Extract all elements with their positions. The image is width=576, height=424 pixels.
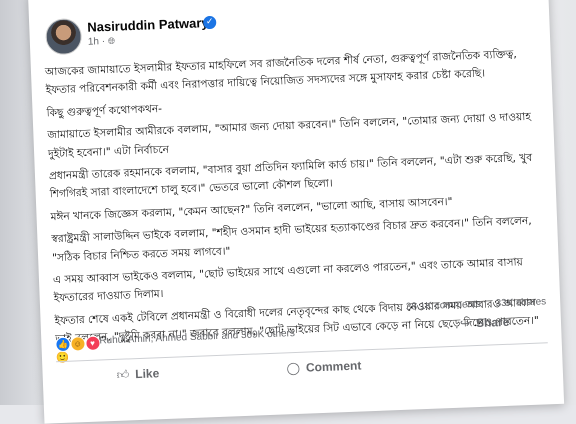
comment-button[interactable]: ◯ Comment xyxy=(286,358,361,375)
haha-reaction-icon: ☺ xyxy=(69,336,86,352)
thumbs-up-icon: 👍︎ xyxy=(116,367,130,382)
like-label: Like xyxy=(134,366,160,382)
comment-bubble-icon: ◯ xyxy=(286,360,301,376)
like-reaction-icon: 👍 xyxy=(55,336,71,353)
share-button[interactable]: ↪ Share xyxy=(460,315,510,331)
post-time[interactable]: 1h xyxy=(88,36,100,47)
comment-label: Comment xyxy=(305,358,362,375)
share-arrow-icon: ↪ xyxy=(459,316,471,331)
reaction-icons[interactable]: 👍 ☺ ♥ xyxy=(55,335,101,353)
globe-icon: 🌐︎ xyxy=(107,35,116,46)
verified-badge-icon: ✓ xyxy=(202,15,217,30)
shares-count[interactable]: 33K shares xyxy=(495,296,546,309)
post-card: Nasiruddin Patwary ✓ 1h · 🌐︎ আজকের জামায… xyxy=(28,0,565,424)
like-button[interactable]: 👍︎ Like xyxy=(116,366,159,383)
author-name[interactable]: Nasiruddin Patwary xyxy=(87,15,209,35)
love-reaction-icon: ♥ xyxy=(84,335,101,352)
share-label: Share xyxy=(475,314,510,331)
post-meta: 1h · 🌐︎ xyxy=(87,35,116,48)
avatar[interactable] xyxy=(44,17,83,56)
